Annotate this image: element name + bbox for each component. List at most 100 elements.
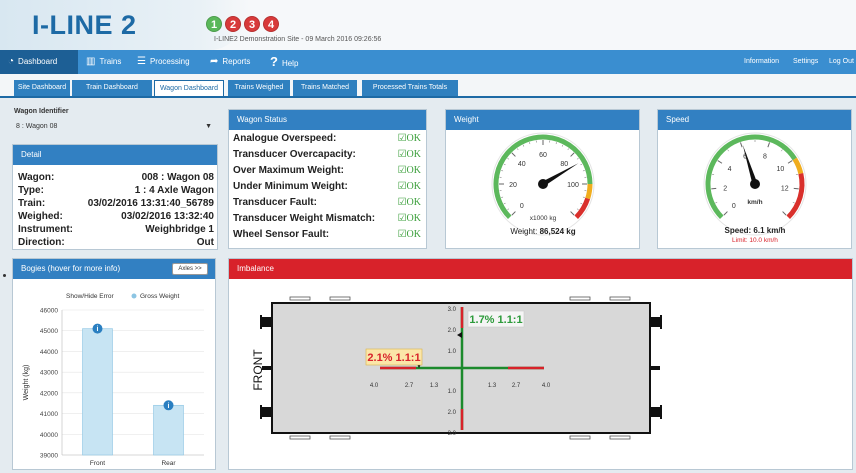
gauge-tick <box>580 163 583 166</box>
gauge-tick-label: 20 <box>509 182 517 189</box>
gauge-tick <box>717 160 723 164</box>
train-icon: ▥ <box>86 56 96 67</box>
detail-row: Weighed: 03/02/2016 13:32:40 <box>18 211 214 223</box>
gauge-tick <box>501 196 504 198</box>
gauge-tick <box>715 201 718 204</box>
gauge-tick <box>522 144 525 147</box>
checkbox-checked-icon: ☑ <box>397 197 407 208</box>
checkbox-checked-icon: ☑ <box>397 149 407 160</box>
legend-marker <box>131 293 137 299</box>
status-row: Over Maximum Weight: ☑OK <box>233 165 425 178</box>
status-ok: ☑OK <box>398 229 421 240</box>
detail-key: Type: <box>18 185 44 196</box>
legend-gross-weight: Gross Weight <box>140 293 179 300</box>
app-logo[interactable]: I-LINE 2 <box>32 10 137 41</box>
detail-key: Instrument: <box>18 224 73 235</box>
gauge-tick <box>727 149 730 152</box>
nav-label: Help <box>281 59 299 68</box>
gauge-tick <box>582 196 585 198</box>
y-tick-label: 41000 <box>40 411 58 418</box>
gauge-tick <box>580 202 583 205</box>
imbalance-y-tick: 3.0 <box>448 307 457 313</box>
imbalance-y-tick: 1.0 <box>448 389 457 395</box>
nav-processing[interactable]: ☰ Processing <box>137 50 190 74</box>
nav-settings[interactable]: Settings <box>793 50 818 74</box>
status-value: OK <box>406 197 421 208</box>
side-marker <box>3 274 6 277</box>
question-icon: ? <box>270 54 278 69</box>
speed-gauge: 0246 81012km/hSpeed: 6.1 km/hLimit: 10.0 … <box>703 132 807 244</box>
status-key: Wheel Sensor Fault: <box>233 229 330 240</box>
nav-dashboard[interactable]: ◔ Dashboard <box>0 50 78 74</box>
status-key: Transducer Overcapacity: <box>233 149 356 160</box>
tab-wagon-dashboard[interactable]: Wagon Dashboard <box>154 80 224 96</box>
y-tick-label: 45000 <box>40 328 58 335</box>
nav-reports[interactable]: ➦ Reports <box>210 50 250 74</box>
status-key: Analogue Overspeed: <box>233 133 337 144</box>
bar-front[interactable] <box>82 328 113 456</box>
wheel-marker <box>289 435 311 440</box>
speed-unit: km/h <box>747 199 762 206</box>
status-ok: ☑OK <box>398 149 421 160</box>
buffer <box>650 407 660 417</box>
gauge-band <box>574 197 591 220</box>
status-ok: ☑OK <box>398 165 421 176</box>
gauge-tick <box>503 163 506 166</box>
detail-key: Weighed: <box>18 211 63 222</box>
bar-rear[interactable] <box>153 404 184 456</box>
imbalance-x-tick: 2.7 <box>512 383 521 389</box>
detail-row: Train: 03/02/2016 13:31:40_56789 <box>18 198 214 210</box>
imbalance-x-tick: 1.3 <box>430 383 439 389</box>
weight-reading-label: Weight: <box>510 227 539 236</box>
nav-information[interactable]: Information <box>744 50 779 74</box>
gauge-band <box>792 157 804 175</box>
imbalance-y-tick: 1.0 <box>448 349 457 355</box>
tab-train-dashboard[interactable]: Train Dashboard <box>72 80 152 96</box>
y-tick-label: 44000 <box>40 349 58 356</box>
gauge-tick <box>529 142 531 145</box>
tab-trains-weighed[interactable]: Trains Weighed <box>228 80 290 96</box>
export-icon: ➦ <box>210 56 219 67</box>
tab-processed-trains-totals[interactable]: Processed Trains Totals <box>362 80 458 96</box>
status-value: OK <box>406 165 421 176</box>
y-tick-label: 46000 <box>40 308 58 315</box>
imbalance-x-tick: 1.3 <box>488 383 497 389</box>
y-tick-label: 39000 <box>40 453 58 460</box>
gauge-tick <box>782 211 787 216</box>
nav-help[interactable]: ? Help <box>270 50 298 74</box>
detail-title: Detail <box>13 145 217 165</box>
wagon-status-title: Wagon Status <box>229 110 426 130</box>
status-value: OK <box>406 181 421 192</box>
status-row: Under Minimum Weight: ☑OK <box>233 181 425 194</box>
tab-site-dashboard[interactable]: Site Dashboard <box>14 80 70 96</box>
detail-row: Wagon: 008 : Wagon 08 <box>18 172 214 184</box>
coupler <box>650 366 660 370</box>
nav-label: Processing <box>149 57 190 66</box>
gauge-needle <box>742 144 758 185</box>
gauge-tick <box>511 152 516 157</box>
status-value: OK <box>406 149 421 160</box>
gauge-tick <box>555 142 557 145</box>
gauge-pivot <box>750 179 760 189</box>
wheel-marker <box>289 296 311 301</box>
gauge-tick-label: 100 <box>567 182 579 189</box>
wagon-identifier-value: 8 : Wagon 08 <box>16 123 58 130</box>
imbalance-title: Imbalance <box>229 259 852 279</box>
wagon-identifier-select[interactable]: 8 : Wagon 08 ▼ <box>14 120 216 134</box>
checkbox-checked-icon: ☑ <box>397 165 407 176</box>
axles-button[interactable]: Axles >> <box>172 263 208 275</box>
gauge-tick-label: 8 <box>763 154 767 161</box>
imbalance-diagram: FRONT 4.0 2.7 1.3 1.3 2.7 4.0 3.0 2.0 1.0 1.0 2.0 3.… <box>251 296 662 440</box>
nav-logout[interactable]: Log Out <box>829 50 854 74</box>
nav-trains[interactable]: ▥ Trains <box>86 50 121 74</box>
weight-reading-value: 86,524 kg <box>540 227 576 236</box>
buffer-plate <box>660 315 662 329</box>
gauge-tick-label: 10 <box>777 166 785 173</box>
weight-gauge: 0 20 40 60 80 100 x1000 kg Weight: 86,524 kg <box>491 132 595 236</box>
tab-trains-matched[interactable]: Trains Matched <box>293 80 357 96</box>
detail-value: 008 : Wagon 08 <box>141 172 214 183</box>
weight-title: Weight <box>446 110 639 130</box>
detail-value: 1 : 4 Axle Wagon <box>134 185 214 196</box>
gauge-tick <box>511 211 516 216</box>
buffer-plate <box>660 405 662 419</box>
